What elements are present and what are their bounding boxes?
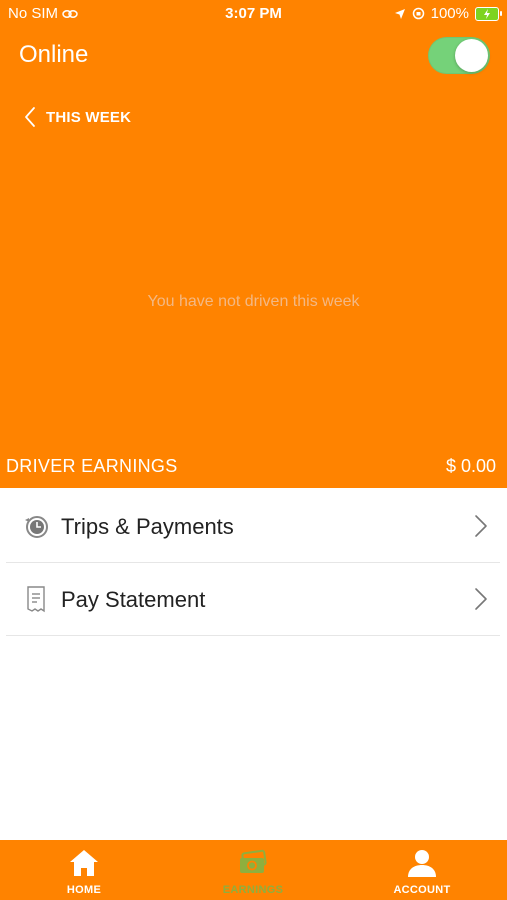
chevron-left-icon[interactable] [24, 106, 36, 128]
receipt-icon [27, 586, 45, 613]
week-selector[interactable]: THIS WEEK [24, 106, 131, 128]
online-status-title: Online [19, 41, 89, 68]
pay-statement-item[interactable]: Pay Statement [6, 563, 500, 636]
period-label: THIS WEEK [46, 108, 132, 126]
toggle-knob [455, 39, 488, 72]
location-arrow-icon [394, 8, 405, 19]
pay-statement-label: Pay Statement [61, 587, 206, 612]
clock-history-icon [25, 516, 48, 538]
chevron-right-icon [475, 515, 487, 537]
tab-account-label: ACCOUNT [393, 884, 451, 896]
tab-home-label: HOME [66, 884, 102, 896]
tab-earnings[interactable]: EARNINGS [193, 840, 313, 900]
earnings-label: DRIVER EARNINGS [6, 456, 178, 476]
status-bar: No SIM 3:07 PM 100% [0, 0, 507, 28]
online-toggle[interactable] [428, 37, 490, 74]
status-icons: 100% [394, 5, 502, 22]
earnings-menu: Trips & Payments Pay Statement [6, 490, 500, 636]
trips-payments-item[interactable]: Trips & Payments [6, 490, 500, 563]
tab-home[interactable]: HOME [24, 840, 144, 900]
money-icon [240, 849, 267, 873]
home-icon [70, 850, 98, 876]
person-icon [408, 850, 436, 877]
empty-state-message: You have not driven this week [147, 293, 360, 310]
tab-account[interactable]: ACCOUNT [362, 840, 482, 900]
battery-percent: 100% [430, 5, 469, 22]
rotation-lock-icon [412, 7, 424, 20]
chevron-right-icon [475, 588, 487, 610]
battery-charging-icon [475, 6, 502, 21]
earnings-header: Online THIS WEEK You have not driven thi… [0, 28, 507, 488]
trips-payments-label: Trips & Payments [61, 514, 234, 539]
driver-earnings-row: DRIVER EARNINGS $ 0.00 [0, 452, 507, 488]
tab-earnings-label: EARNINGS [222, 884, 284, 896]
earnings-amount: $ 0.00 [445, 456, 496, 476]
bottom-tab-bar: HOME EARNINGS ACCOUNT [0, 840, 507, 900]
